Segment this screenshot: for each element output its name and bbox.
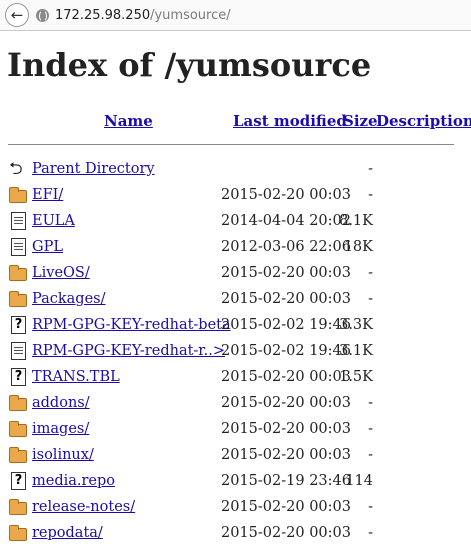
- url-host: 172.25.98.250: [55, 7, 151, 23]
- file-size: -: [368, 499, 373, 515]
- file-size: -: [368, 447, 373, 463]
- file-name-link[interactable]: images/: [32, 416, 89, 442]
- file-name-link[interactable]: GPL: [32, 234, 63, 260]
- folder-icon: [9, 395, 27, 411]
- file-name-link[interactable]: media.repo: [32, 468, 115, 494]
- file-date: 2015-02-20 00:03: [221, 187, 351, 203]
- file-size: -: [368, 291, 373, 307]
- file-date: 2015-02-20 00:03: [221, 291, 351, 307]
- file-date: 2012-03-06 22:06: [221, 239, 351, 255]
- file-name-link[interactable]: release-notes/: [32, 494, 135, 520]
- file-row: LiveOS/2015-02-20 00:03 -: [7, 260, 467, 286]
- file-size: -: [368, 187, 373, 203]
- file-row: release-notes/2015-02-20 00:03 -: [7, 494, 467, 520]
- file-date: 2015-02-20 00:03: [221, 447, 351, 463]
- file-row: addons/2015-02-20 00:03 -: [7, 390, 467, 416]
- folder-icon: [9, 291, 27, 307]
- file-date: 2014-04-04 20:02: [221, 213, 351, 229]
- file-name-link[interactable]: EULA: [32, 208, 75, 234]
- file-size: 3.3K: [339, 317, 373, 333]
- parent-directory-icon: ⮌: [9, 159, 23, 179]
- column-header-name[interactable]: Name: [104, 112, 153, 130]
- address-bar[interactable]: ← 172.25.98.250/yumsource/: [0, 0, 471, 31]
- url-path: /yumsource/: [150, 7, 231, 23]
- file-name-link[interactable]: RPM-GPG-KEY-redhat-beta: [32, 312, 231, 338]
- file-size: -: [368, 161, 373, 177]
- file-date: 2015-02-20 00:03: [221, 421, 351, 437]
- globe-icon: [36, 8, 49, 22]
- file-name-link[interactable]: isolinux/: [32, 442, 94, 468]
- file-size: 18K: [343, 239, 373, 255]
- document-icon: [11, 238, 26, 256]
- file-name-link[interactable]: Parent Directory: [32, 156, 155, 182]
- file-size: -: [368, 395, 373, 411]
- file-name-link[interactable]: Packages/: [32, 286, 106, 312]
- file-name-link[interactable]: RPM-GPG-KEY-redhat-r..>: [32, 338, 225, 364]
- file-size: 3.1K: [339, 343, 373, 359]
- file-date: 2015-02-02 19:46: [221, 317, 351, 333]
- file-date: 2015-02-20 00:03: [221, 265, 351, 281]
- back-button[interactable]: ←: [5, 3, 29, 27]
- file-row: RPM-GPG-KEY-redhat-r..> 2015-02-02 19:46 3…: [7, 338, 467, 364]
- unknown-file-icon: ?: [11, 316, 26, 334]
- file-row: ? TRANS.TBL 2015-02-20 00:03 1.5K: [7, 364, 467, 390]
- folder-icon: [9, 421, 27, 437]
- url-text[interactable]: 172.25.98.250/yumsource/: [55, 8, 231, 23]
- file-date: 2015-02-02 19:46: [221, 343, 351, 359]
- file-row: EFI/2015-02-20 00:03 -: [7, 182, 467, 208]
- file-row: GPL 2012-03-06 22:06 18K: [7, 234, 467, 260]
- folder-icon: [9, 265, 27, 281]
- column-header-description[interactable]: Description: [376, 112, 471, 130]
- folder-icon: [9, 447, 27, 463]
- unknown-file-icon: ?: [11, 368, 26, 386]
- file-size: -: [368, 265, 373, 281]
- document-icon: [11, 212, 26, 230]
- folder-icon: [9, 525, 27, 541]
- file-size: -: [368, 525, 373, 541]
- file-row: repodata/2015-02-20 00:03 -: [7, 520, 467, 546]
- page-title: Index of /yumsource: [7, 46, 372, 84]
- column-header-size[interactable]: Size: [343, 112, 378, 130]
- file-size: -: [368, 421, 373, 437]
- file-name-link[interactable]: TRANS.TBL: [32, 364, 120, 390]
- file-size: 114: [345, 473, 373, 489]
- folder-icon: [9, 187, 27, 203]
- file-name-link[interactable]: EFI/: [32, 182, 63, 208]
- file-row: isolinux/2015-02-20 00:03 -: [7, 442, 467, 468]
- file-name-link[interactable]: addons/: [32, 390, 90, 416]
- file-name-link[interactable]: LiveOS/: [32, 260, 90, 286]
- file-date: 2015-02-20 00:03: [221, 369, 351, 385]
- header-divider: [8, 144, 454, 145]
- file-date: 2015-02-20 00:03: [221, 525, 351, 541]
- file-row: ? RPM-GPG-KEY-redhat-beta 2015-02-02 19:46…: [7, 312, 467, 338]
- column-headers: Name Last modified Size Description: [7, 106, 471, 136]
- file-size: 1.5K: [339, 369, 373, 385]
- file-date: 2015-02-19 23:46: [221, 473, 351, 489]
- file-row: EULA 2014-04-04 20:02 8.1K: [7, 208, 467, 234]
- column-header-last-modified[interactable]: Last modified: [233, 112, 347, 130]
- file-date: 2015-02-20 00:03: [221, 395, 351, 411]
- file-row: ? media.repo 2015-02-19 23:46 114: [7, 468, 467, 494]
- file-row: images/2015-02-20 00:03 -: [7, 416, 467, 442]
- file-row: Packages/2015-02-20 00:03 -: [7, 286, 467, 312]
- unknown-file-icon: ?: [11, 472, 26, 490]
- file-name-link[interactable]: repodata/: [32, 520, 103, 546]
- file-size: 8.1K: [339, 213, 373, 229]
- file-row: ⮌ Parent Directory -: [7, 156, 467, 182]
- back-arrow-icon: ←: [10, 6, 24, 24]
- document-icon: [11, 342, 26, 360]
- folder-icon: [9, 499, 27, 515]
- file-date: 2015-02-20 00:03: [221, 499, 351, 515]
